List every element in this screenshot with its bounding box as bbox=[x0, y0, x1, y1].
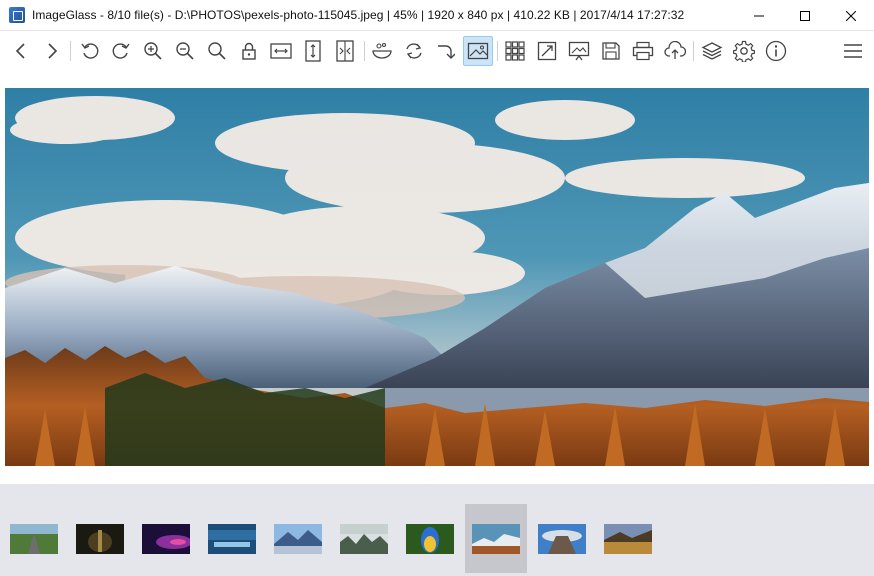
thumbnail-image bbox=[538, 523, 586, 554]
thumbnails-button[interactable] bbox=[500, 36, 530, 66]
save-icon bbox=[602, 42, 620, 60]
toolbar-separator bbox=[70, 41, 71, 61]
thumbnail-image bbox=[208, 523, 256, 554]
zoom-out-button[interactable] bbox=[170, 36, 200, 66]
mountain-landscape-photo bbox=[5, 88, 869, 466]
refresh-button[interactable] bbox=[399, 36, 429, 66]
thumbnail-item[interactable] bbox=[399, 504, 461, 573]
thumbnails-icon bbox=[505, 41, 525, 61]
extensions-button[interactable] bbox=[697, 36, 727, 66]
slideshow-button[interactable] bbox=[564, 36, 594, 66]
window-title: ImageGlass - 8/10 file(s) - D:\PHOTOS\pe… bbox=[32, 8, 685, 22]
menu-button[interactable] bbox=[838, 36, 868, 66]
toolbar bbox=[0, 32, 874, 70]
print-icon bbox=[632, 41, 654, 61]
title-bar: ImageGlass - 8/10 file(s) - D:\PHOTOS\pe… bbox=[0, 0, 874, 31]
fit-width-icon bbox=[270, 43, 292, 59]
image-viewer[interactable] bbox=[0, 70, 874, 484]
rotate-left-icon bbox=[81, 43, 99, 59]
thumbnail-item[interactable] bbox=[531, 504, 593, 573]
fit-height-button[interactable] bbox=[298, 36, 328, 66]
window-controls bbox=[736, 0, 874, 31]
forward-arrow-icon bbox=[48, 43, 58, 59]
thumbnail-image bbox=[340, 523, 388, 554]
settings-button[interactable] bbox=[729, 36, 759, 66]
actual-size-icon bbox=[208, 42, 226, 60]
about-icon bbox=[765, 40, 787, 62]
toolbar-separator bbox=[364, 41, 365, 61]
toolbar-separator bbox=[693, 41, 694, 61]
lock-zoom-button[interactable] bbox=[234, 36, 264, 66]
slideshow-icon bbox=[568, 41, 590, 61]
thumbnail-bar bbox=[0, 484, 874, 576]
thumbnail-item[interactable] bbox=[597, 504, 659, 573]
actual-size-button[interactable] bbox=[202, 36, 232, 66]
thumbnail-item[interactable] bbox=[201, 504, 263, 573]
thumbnail-image bbox=[142, 523, 190, 554]
back-arrow-icon bbox=[15, 43, 25, 59]
refresh-icon bbox=[406, 43, 422, 59]
fullscreen-button[interactable] bbox=[532, 36, 562, 66]
thumbnail-item[interactable] bbox=[135, 504, 197, 573]
minimize-button[interactable] bbox=[736, 0, 782, 31]
close-button[interactable] bbox=[828, 0, 874, 31]
goto-icon bbox=[438, 45, 455, 59]
imageglass-app-icon bbox=[9, 7, 25, 23]
thumbnail-image bbox=[604, 523, 652, 554]
fit-height-icon bbox=[305, 40, 321, 62]
thumbnail-image bbox=[10, 523, 58, 554]
maximize-icon bbox=[800, 10, 810, 21]
rotate-left-button[interactable] bbox=[75, 36, 105, 66]
settings-icon bbox=[733, 40, 755, 62]
rotate-right-icon bbox=[112, 43, 130, 59]
thumbnail-image bbox=[406, 523, 454, 554]
soap-icon bbox=[372, 42, 392, 59]
extensions-icon bbox=[701, 42, 723, 60]
maximize-button[interactable] bbox=[782, 0, 828, 31]
minimize-icon bbox=[754, 15, 764, 16]
save-button[interactable] bbox=[596, 36, 626, 66]
scale-to-fit-button[interactable] bbox=[330, 36, 360, 66]
zoom-out-icon bbox=[176, 42, 194, 60]
checkered-background-icon bbox=[467, 42, 489, 60]
rotate-right-button[interactable] bbox=[106, 36, 136, 66]
toolbar-separator bbox=[497, 41, 498, 61]
upload-icon bbox=[664, 41, 686, 59]
print-button[interactable] bbox=[628, 36, 658, 66]
thumbnail-item-selected[interactable] bbox=[465, 504, 527, 573]
about-button[interactable] bbox=[761, 36, 791, 66]
zoom-in-button[interactable] bbox=[138, 36, 168, 66]
fit-width-button[interactable] bbox=[266, 36, 296, 66]
thumbnail-item[interactable] bbox=[3, 504, 65, 573]
upload-button[interactable] bbox=[660, 36, 690, 66]
lock-zoom-icon bbox=[242, 42, 256, 60]
thumbnail-item[interactable] bbox=[267, 504, 329, 573]
checkered-background-button[interactable] bbox=[463, 36, 493, 66]
thumbnail-image bbox=[76, 523, 124, 554]
menu-icon bbox=[844, 44, 862, 58]
goto-button[interactable] bbox=[430, 36, 460, 66]
scale-to-fit-icon bbox=[336, 40, 354, 62]
thumbnail-image bbox=[274, 523, 322, 554]
zoom-in-icon bbox=[144, 42, 162, 60]
thumbnail-item[interactable] bbox=[333, 504, 395, 573]
thumbnail-item[interactable] bbox=[69, 504, 131, 573]
soap-button[interactable] bbox=[367, 36, 397, 66]
close-icon bbox=[846, 10, 856, 21]
back-button[interactable] bbox=[6, 36, 36, 66]
fullscreen-icon bbox=[537, 41, 557, 61]
forward-button[interactable] bbox=[37, 36, 67, 66]
thumbnail-image bbox=[472, 523, 520, 554]
